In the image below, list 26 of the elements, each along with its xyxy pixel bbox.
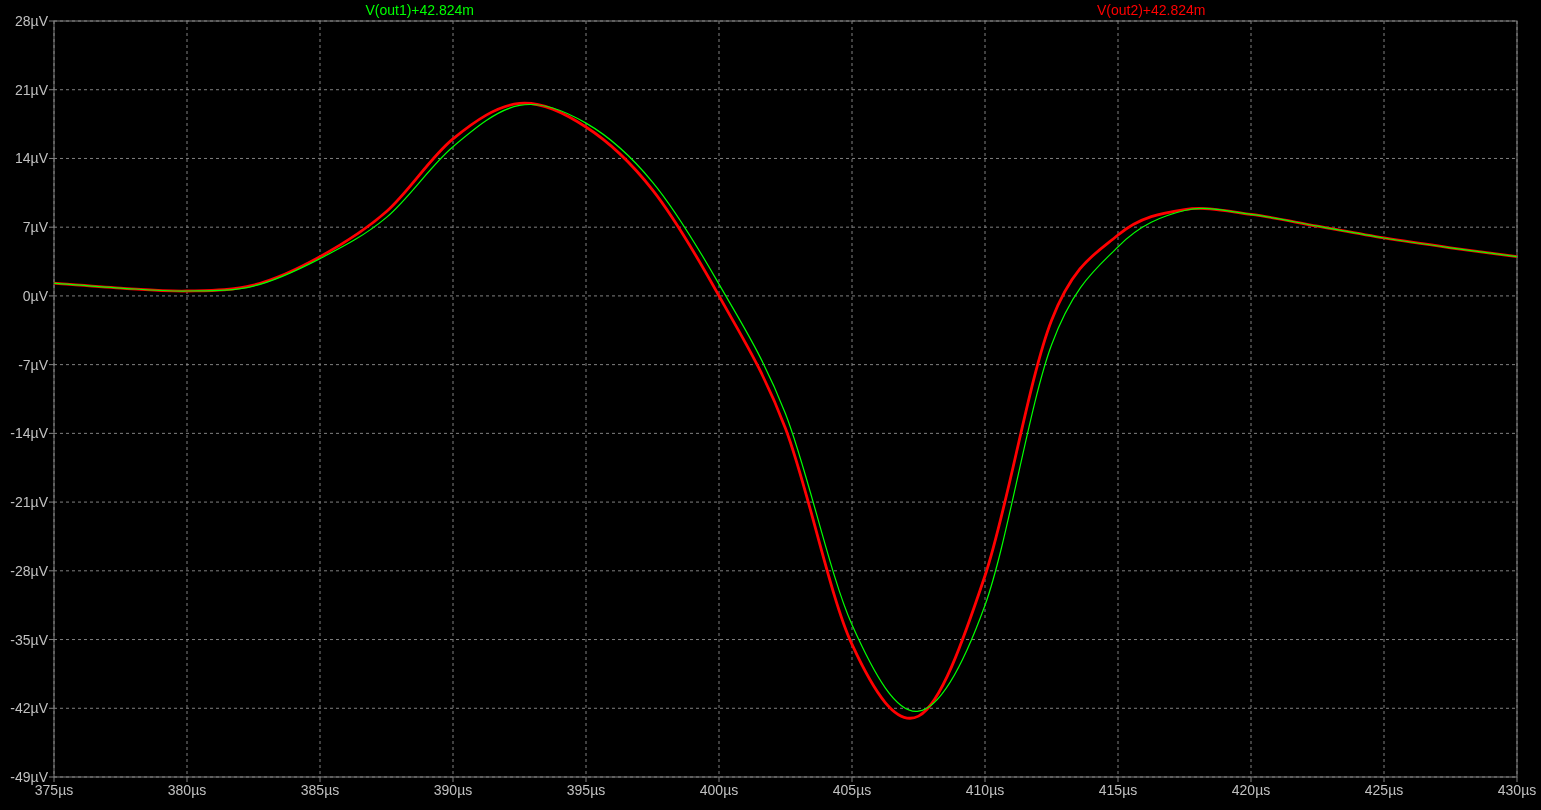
axis-tick-label: 28µV xyxy=(15,13,48,29)
axis-tick-label: -42µV xyxy=(10,700,48,717)
axis-tick-label: 375µs xyxy=(34,782,74,798)
axis-tick-label: 425µs xyxy=(1364,782,1404,798)
axis-tick-label: 430µs xyxy=(1497,782,1537,798)
axis-tick-label: -21µV xyxy=(10,494,48,511)
trace-label[interactable]: V(out2)+42.824m xyxy=(1096,2,1206,18)
axis-tick-label: -7µV xyxy=(18,356,48,373)
axis-tick-label: 415µs xyxy=(1098,782,1138,798)
axis-tick-label: -35µV xyxy=(10,631,48,648)
axis-tick-label: 380µs xyxy=(167,782,207,798)
axis-tick-label: 400µs xyxy=(699,782,739,798)
axis-tick-label: 14µV xyxy=(15,150,48,167)
axis-tick-label: -28µV xyxy=(10,562,48,579)
axis-tick-label: -49µV xyxy=(10,769,48,785)
axis-tick-label: 410µs xyxy=(965,782,1005,798)
axis-tick-label: 390µs xyxy=(433,782,473,798)
axis-tick-label: 0µV xyxy=(22,287,48,304)
axis-tick-label: 7µV xyxy=(22,219,48,236)
axis-tick-label: 405µs xyxy=(832,782,872,798)
axis-tick-label: 395µs xyxy=(566,782,606,798)
axis-tick-label: 21µV xyxy=(15,81,48,98)
axis-tick-label: -14µV xyxy=(10,425,48,442)
trace-label[interactable]: V(out1)+42.824m xyxy=(365,2,475,18)
axis-tick-label: 385µs xyxy=(300,782,340,798)
axis-tick-label: 420µs xyxy=(1231,782,1271,798)
